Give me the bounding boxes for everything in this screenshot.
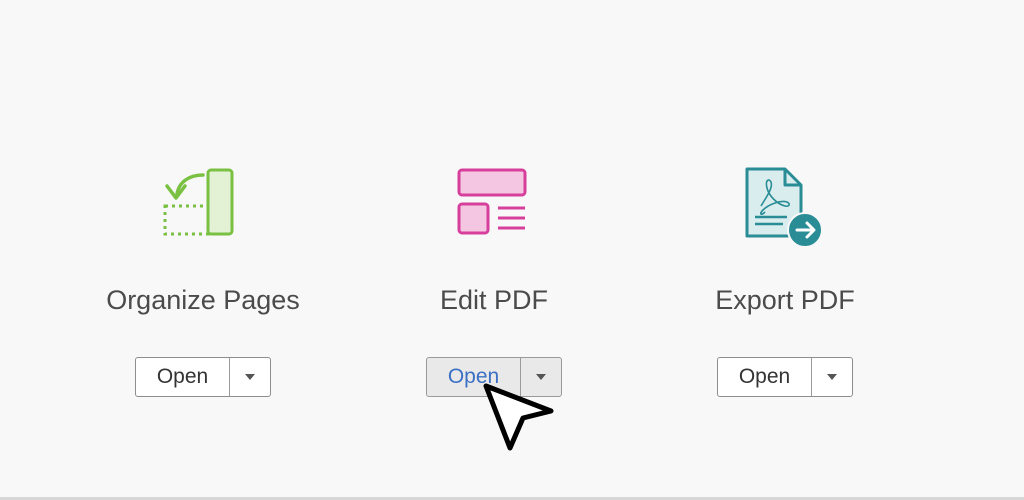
chevron-down-icon [245, 374, 255, 380]
open-button[interactable]: Open [718, 358, 812, 396]
open-button-group: Open [717, 357, 853, 397]
tool-export-pdf: Export PDF Open [645, 0, 925, 500]
tool-name: Export PDF [715, 285, 855, 315]
tool-name: Organize Pages [106, 285, 300, 315]
open-button[interactable]: Open [136, 358, 230, 396]
chevron-down-icon [827, 374, 837, 380]
organize-pages-icon [161, 166, 245, 250]
more-options-button[interactable] [812, 358, 852, 396]
tool-organize-pages: Organize Pages Open [63, 0, 343, 500]
open-button-group: Open [135, 357, 271, 397]
more-options-button[interactable] [230, 358, 270, 396]
edit-pdf-icon [452, 166, 536, 250]
mouse-pointer-icon [481, 382, 557, 454]
chevron-down-icon [536, 374, 546, 380]
tool-name: Edit PDF [439, 285, 549, 315]
export-pdf-icon [743, 166, 827, 250]
